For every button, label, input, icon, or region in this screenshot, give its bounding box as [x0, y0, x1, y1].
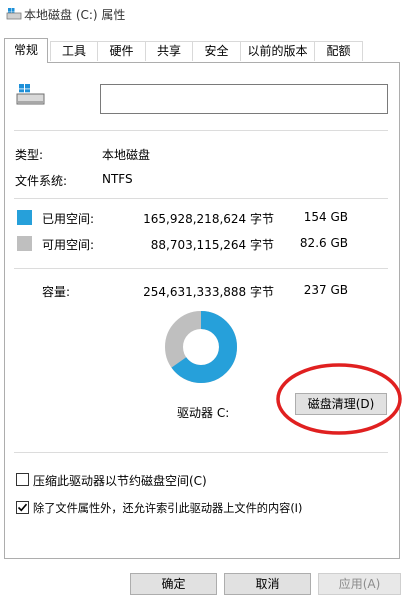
index-label: 除了文件属性外，还允许索引此驱动器上文件的内容(I): [33, 502, 303, 515]
usage-donut: [165, 311, 237, 383]
free-space-label: 可用空间:: [42, 238, 95, 252]
type-value: 本地磁盘: [102, 148, 151, 162]
tab-sharing[interactable]: 共享: [145, 41, 193, 61]
tab-quota[interactable]: 配额: [314, 41, 363, 61]
cancel-button[interactable]: 取消: [224, 573, 311, 595]
free-space-bytes: 88,703,115,264 字节: [150, 238, 274, 252]
tab-security[interactable]: 安全: [192, 41, 241, 61]
drive-name-input[interactable]: [100, 84, 388, 114]
used-space-size: 154 GB: [303, 210, 348, 224]
tab-general[interactable]: 常规: [4, 38, 48, 63]
drive-icon: [16, 84, 45, 105]
compress-checkbox[interactable]: [16, 473, 29, 486]
capacity-bytes: 254,631,333,888 字节: [143, 285, 274, 299]
divider: [14, 130, 388, 131]
capacity-label: 容量:: [42, 285, 71, 299]
tab-tools[interactable]: 工具: [50, 41, 98, 61]
filesystem-label: 文件系统:: [15, 174, 68, 188]
free-space-size: 82.6 GB: [299, 236, 348, 250]
ok-button[interactable]: 确定: [130, 573, 217, 595]
free-space-swatch: [17, 236, 32, 251]
disk-cleanup-button[interactable]: 磁盘清理(D): [295, 393, 387, 415]
index-checkbox[interactable]: [16, 501, 29, 514]
title-bar: 本地磁盘 (C:) 属性: [0, 0, 404, 30]
window-title: 本地磁盘 (C:) 属性: [24, 8, 126, 22]
apply-button[interactable]: 应用(A): [318, 573, 401, 595]
capacity-size: 237 GB: [303, 283, 348, 297]
divider: [14, 198, 388, 199]
drive-letter-label: 驱动器 C:: [177, 406, 230, 420]
filesystem-value: NTFS: [102, 172, 133, 186]
used-space-swatch: [17, 210, 32, 225]
compress-label: 压缩此驱动器以节约磁盘空间(C): [33, 474, 207, 488]
drive-icon: [6, 8, 22, 20]
divider: [14, 452, 388, 453]
used-space-label: 已用空间:: [42, 212, 95, 226]
type-label: 类型:: [15, 148, 44, 162]
divider: [14, 268, 388, 269]
tab-previous-versions[interactable]: 以前的版本: [240, 41, 315, 61]
tab-hardware[interactable]: 硬件: [97, 41, 146, 61]
used-space-bytes: 165,928,218,624 字节: [143, 212, 274, 226]
